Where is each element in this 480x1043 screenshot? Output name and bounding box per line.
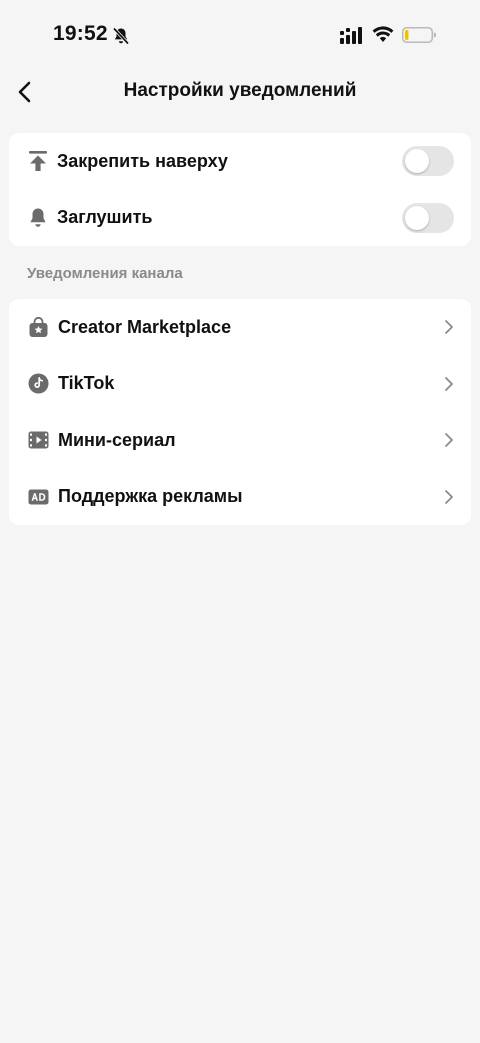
mute-row[interactable]: Заглушить [9,190,471,247]
toggle-knob [405,149,429,174]
pin-to-top-icon [27,150,49,172]
tiktok-icon [27,373,49,395]
bell-icon [27,207,49,229]
creator-marketplace-label: Creator Marketplace [58,316,232,337]
chevron-right-icon [445,320,453,335]
chevron-right-icon [445,489,453,504]
tiktok-label: TikTok [58,373,115,394]
pin-to-top-toggle[interactable] [402,146,454,177]
channel-item-ad-support[interactable]: Поддержка рекламы [9,469,471,526]
page-title: Настройки уведомлений [123,80,357,101]
shopping-bag-star-icon [27,316,49,338]
mute-label: Заглушить [57,207,153,228]
channel-notifications-card: Creator Marketplace TikTok Мини-сериал П… [9,299,471,525]
ad-icon [27,486,49,508]
mini-series-label: Мини-сериал [58,429,176,450]
channel-item-mini-series[interactable]: Мини-сериал [9,412,471,469]
mute-toggle[interactable] [402,202,454,233]
channel-notifications-header: Уведомления канала [27,265,183,282]
pin-to-top-label: Закрепить наверху [57,150,228,171]
wifi-icon [372,26,394,42]
navigation-bar: Настройки уведомлений [0,70,480,114]
bell-off-icon [112,27,130,45]
toggle-knob [405,205,429,230]
channel-item-tiktok[interactable]: TikTok [9,356,471,413]
channel-item-creator-marketplace[interactable]: Creator Marketplace [9,299,471,356]
chevron-right-icon [445,376,453,391]
top-settings-card: Закрепить наверху Заглушить [9,133,471,246]
cellular-signal-icon [340,27,362,44]
battery-icon [402,27,436,43]
chevron-right-icon [445,433,453,448]
ad-support-label: Поддержка рекламы [58,486,243,507]
status-time: 19:52 [53,22,108,45]
pin-to-top-row[interactable]: Закрепить наверху [9,133,471,190]
film-icon [27,429,49,451]
status-bar: 19:52 [0,0,480,70]
